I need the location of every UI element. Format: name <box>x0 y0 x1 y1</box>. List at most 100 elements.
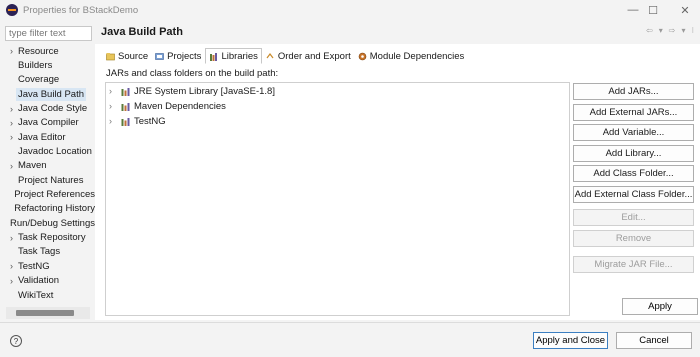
chevron-right-icon[interactable]: › <box>5 161 18 171</box>
nav-item[interactable]: › Java Code Style <box>5 101 95 115</box>
nav-item[interactable]: › Java Editor <box>5 130 95 144</box>
order-export-icon <box>266 52 275 61</box>
nav-item[interactable]: Task Tags <box>5 245 95 259</box>
nav-item-label: Builders <box>18 60 53 72</box>
library-icon <box>121 117 131 126</box>
filter-input[interactable] <box>5 26 92 41</box>
history-nav: ⇦ ▾ ⇨ ▾ ⁝ <box>646 26 694 35</box>
source-folder-icon <box>106 52 115 61</box>
view-menu-icon[interactable]: ⁝ <box>691 26 694 35</box>
scrollbar-thumb[interactable] <box>16 310 74 316</box>
tab-module-dependencies[interactable]: Module Dependencies <box>355 48 468 64</box>
library-icon <box>121 102 131 111</box>
tab-bar: Source Projects Libraries Order and Export M… <box>103 48 468 64</box>
properties-panel: Java Build Path ⇦ ▾ ⇨ ▾ ⁝ Source Projects… <box>95 20 700 320</box>
close-button[interactable]: ✕ <box>670 0 700 20</box>
nav-item[interactable]: Refactoring History <box>5 202 95 216</box>
nav-item[interactable]: › Task Repository <box>5 230 95 244</box>
tree-item-label: TestNG <box>134 115 166 127</box>
chevron-right-icon[interactable]: › <box>5 261 18 271</box>
nav-item[interactable]: Run/Debug Settings <box>5 216 95 230</box>
add-variable-button[interactable]: Add Variable... <box>573 124 694 141</box>
nav-item-label: Refactoring History <box>14 203 95 215</box>
maximize-button[interactable]: ☐ <box>638 0 668 20</box>
add-class-folder-button[interactable]: Add Class Folder... <box>573 165 694 182</box>
tab-label: Module Dependencies <box>369 50 465 62</box>
add-external-class-folder-button[interactable]: Add External Class Folder... <box>573 186 694 203</box>
nav-item[interactable]: WikiText <box>5 288 95 302</box>
libraries-tree[interactable]: › JRE System Library [JavaSE-1.8] › Maven D… <box>105 82 570 316</box>
nav-item-label: TestNG <box>18 260 50 272</box>
chevron-right-icon[interactable]: › <box>5 233 18 243</box>
nav-item-label: Run/Debug Settings <box>9 217 95 229</box>
tab-libraries[interactable]: Libraries <box>205 48 262 64</box>
chevron-right-icon[interactable]: › <box>5 132 18 142</box>
tree-item-label: JRE System Library [JavaSE-1.8] <box>134 85 275 97</box>
nav-item-label: Resource <box>18 45 59 57</box>
nav-item[interactable]: Project Natures <box>5 173 95 187</box>
libraries-icon <box>209 52 218 61</box>
nav-item-label: Javadoc Location <box>18 146 92 158</box>
nav-item[interactable]: Java Build Path <box>5 87 95 101</box>
forward-menu-icon[interactable]: ▾ <box>681 26 685 35</box>
chevron-right-icon[interactable]: › <box>109 101 121 111</box>
window-title: Properties for BStackDemo <box>23 4 139 16</box>
chevron-right-icon[interactable]: › <box>5 118 18 128</box>
page-title: Java Build Path <box>101 26 183 38</box>
chevron-right-icon[interactable]: › <box>5 46 18 56</box>
nav-item[interactable]: › Validation <box>5 274 95 288</box>
nav-item[interactable]: Project References <box>5 187 95 201</box>
tab-label: Libraries <box>221 50 258 62</box>
tab-label: Projects <box>167 50 202 62</box>
add-jars-button[interactable]: Add JARs... <box>573 83 694 100</box>
migrate-jar-file-button[interactable]: Migrate JAR File... <box>573 256 694 273</box>
edit-button[interactable]: Edit... <box>573 209 694 226</box>
add-library-button[interactable]: Add Library... <box>573 145 694 162</box>
nav-item[interactable]: Builders <box>5 58 95 72</box>
nav-item-label: Maven <box>18 160 47 172</box>
nav-horizontal-scrollbar[interactable] <box>6 307 90 319</box>
build-path-label: JARs and class folders on the build path… <box>106 68 279 79</box>
chevron-right-icon[interactable]: › <box>5 276 18 286</box>
nav-item-label: Validation <box>18 275 60 287</box>
chevron-right-icon[interactable]: › <box>109 86 121 96</box>
nav-item[interactable]: Coverage <box>5 73 95 87</box>
dialog-footer: ? Apply and Close Cancel <box>0 322 700 357</box>
nav-item-label: Java Code Style <box>18 103 88 115</box>
nav-item[interactable]: › Java Compiler <box>5 116 95 130</box>
tree-item-label: Maven Dependencies <box>134 100 226 112</box>
nav-item[interactable]: › Resource <box>5 44 95 58</box>
back-menu-icon[interactable]: ▾ <box>659 26 663 35</box>
projects-icon <box>155 52 164 61</box>
add-external-jars-button[interactable]: Add External JARs... <box>573 104 694 121</box>
nav-item-label: Java Build Path <box>16 87 87 101</box>
nav-item[interactable]: Javadoc Location <box>5 144 95 158</box>
tree-item[interactable]: › Maven Dependencies <box>109 99 569 113</box>
tab-projects[interactable]: Projects <box>152 48 204 64</box>
nav-item[interactable]: › Maven <box>5 159 95 173</box>
nav-item-label: WikiText <box>18 289 54 301</box>
panel-header: Java Build Path ⇦ ▾ ⇨ ▾ ⁝ <box>95 20 700 44</box>
chevron-right-icon[interactable]: › <box>5 104 18 114</box>
nav-item-label: Project Natures <box>18 174 84 186</box>
help-icon[interactable]: ? <box>10 335 22 347</box>
library-icon <box>121 87 131 96</box>
tab-order-and-export[interactable]: Order and Export <box>263 48 354 64</box>
chevron-right-icon[interactable]: › <box>109 116 121 126</box>
tree-item[interactable]: › TestNG <box>109 114 569 128</box>
nav-item-label: Java Compiler <box>18 117 79 129</box>
tab-label: Source <box>118 50 149 62</box>
cancel-button[interactable]: Cancel <box>616 332 692 349</box>
apply-button[interactable]: Apply <box>622 298 698 315</box>
title-bar: Properties for BStackDemo — ☐ ✕ <box>0 0 700 20</box>
nav-item-label: Task Repository <box>18 232 86 244</box>
property-pages-tree: › Resource Builders Coverage Java Build Path… <box>5 44 95 302</box>
tab-source[interactable]: Source <box>103 48 151 64</box>
nav-item[interactable]: › TestNG <box>5 259 95 273</box>
forward-arrow-icon[interactable]: ⇨ <box>669 26 676 35</box>
back-arrow-icon[interactable]: ⇦ <box>646 26 653 35</box>
tree-item[interactable]: › JRE System Library [JavaSE-1.8] <box>109 84 569 98</box>
nav-item-label: Java Editor <box>18 131 66 143</box>
remove-button[interactable]: Remove <box>573 230 694 247</box>
apply-and-close-button[interactable]: Apply and Close <box>533 332 608 349</box>
